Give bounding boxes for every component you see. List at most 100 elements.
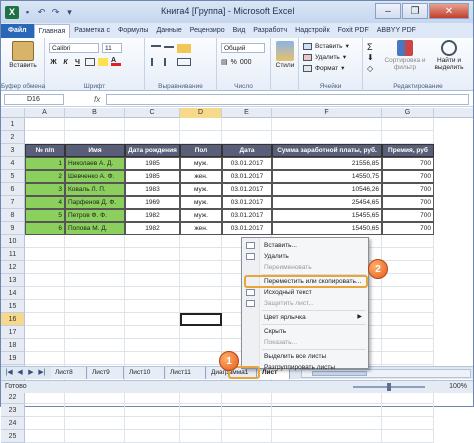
table-header-cell[interactable]: Премия, руб <box>382 144 434 157</box>
save-icon[interactable]: ▪ <box>22 7 33 17</box>
cell[interactable] <box>180 131 222 144</box>
bold-button[interactable]: Ж <box>49 59 58 66</box>
cell[interactable] <box>382 287 434 300</box>
table-cell[interactable]: муж. <box>180 157 222 170</box>
tab-view[interactable]: Вид <box>229 24 250 38</box>
cell[interactable] <box>125 131 180 144</box>
cell[interactable] <box>25 313 65 326</box>
table-cell[interactable]: 2 <box>25 170 65 183</box>
zoom-knob[interactable] <box>387 383 391 391</box>
table-cell[interactable]: Попова М. Д. <box>65 222 125 235</box>
cell[interactable] <box>382 417 434 430</box>
table-cell[interactable]: муж. <box>180 196 222 209</box>
cell[interactable] <box>25 339 65 352</box>
styles-button[interactable]: Стили <box>273 41 297 69</box>
table-header-cell[interactable]: Сумма заработной платы, руб. <box>272 144 382 157</box>
sheet-tab[interactable]: Лист11 <box>166 367 206 379</box>
table-header-cell[interactable]: Дата рождения <box>125 144 180 157</box>
table-cell[interactable]: 03.01.2017 <box>222 222 272 235</box>
table-cell[interactable]: 14550,75 <box>272 170 382 183</box>
row-header[interactable]: 3 <box>1 144 25 157</box>
cell[interactable] <box>180 417 222 430</box>
menu-item[interactable]: Показать... <box>242 337 368 348</box>
table-cell[interactable]: жен. <box>180 170 222 183</box>
column-header-f[interactable]: F <box>272 108 382 118</box>
minimize-button[interactable]: – <box>375 3 401 19</box>
zoom-level[interactable]: 100% <box>449 383 467 390</box>
fx-icon[interactable]: fx <box>94 95 100 104</box>
cell[interactable] <box>25 352 65 365</box>
table-cell[interactable]: муж. <box>180 183 222 196</box>
sheet-tab[interactable]: Лист10 <box>125 367 165 379</box>
cell[interactable] <box>65 417 125 430</box>
column-header-a[interactable]: A <box>25 108 65 118</box>
cell[interactable] <box>382 404 434 417</box>
cell[interactable] <box>125 404 180 417</box>
active-cell-d16[interactable] <box>180 313 222 326</box>
table-cell[interactable]: 5 <box>25 209 65 222</box>
menu-item[interactable]: Разгруппировать листы <box>242 362 368 373</box>
first-sheet-icon[interactable]: |◀ <box>4 368 14 378</box>
name-box[interactable]: D16 <box>4 93 64 105</box>
paste-button[interactable]: Вставить <box>7 41 39 69</box>
cell[interactable] <box>382 300 434 313</box>
cell[interactable] <box>65 248 125 261</box>
cell[interactable] <box>65 313 125 326</box>
cell[interactable] <box>382 131 434 144</box>
tab-file[interactable]: Файл <box>1 24 34 38</box>
menu-item[interactable]: Выделить все листы <box>242 351 368 362</box>
table-header-cell[interactable]: № п/п <box>25 144 65 157</box>
menu-item[interactable]: Скрыть <box>242 326 368 337</box>
row-header[interactable]: 1 <box>1 118 25 131</box>
tab-home[interactable]: Главная <box>33 24 71 38</box>
align-top-icon[interactable] <box>151 44 161 53</box>
cell[interactable] <box>65 300 125 313</box>
maximize-button[interactable]: ❐ <box>402 3 428 19</box>
last-sheet-icon[interactable]: ▶| <box>37 368 47 378</box>
cell[interactable] <box>125 417 180 430</box>
tab-foxit[interactable]: Foxit PDF <box>334 24 373 38</box>
customize-icon[interactable]: ▾ <box>64 7 75 18</box>
tab-review[interactable]: Рецензиро <box>186 24 229 38</box>
select-all-corner[interactable] <box>1 108 25 118</box>
cell[interactable] <box>272 118 382 131</box>
menu-item[interactable]: Исходный текст <box>242 287 368 298</box>
menu-item[interactable]: Переименовать <box>242 262 368 273</box>
next-sheet-icon[interactable]: ▶ <box>26 368 36 378</box>
cell[interactable] <box>382 248 434 261</box>
row-header[interactable]: 2 <box>1 131 25 144</box>
row-header[interactable]: 17 <box>1 326 25 339</box>
cell[interactable] <box>222 118 272 131</box>
table-cell[interactable]: 700 <box>382 209 434 222</box>
row-header[interactable]: 23 <box>1 404 25 417</box>
cell[interactable] <box>65 131 125 144</box>
column-header-e[interactable]: E <box>222 108 272 118</box>
excel-logo-icon[interactable]: X <box>5 5 19 19</box>
cell[interactable] <box>65 352 125 365</box>
sheet-tab[interactable]: Лист8 <box>51 367 87 379</box>
cell[interactable] <box>65 339 125 352</box>
cell[interactable] <box>125 235 180 248</box>
cell[interactable] <box>272 417 382 430</box>
cell[interactable] <box>25 131 65 144</box>
cell[interactable] <box>382 326 434 339</box>
cell[interactable] <box>382 118 434 131</box>
row-header[interactable]: 4 <box>1 157 25 170</box>
table-cell[interactable]: 21556,85 <box>272 157 382 170</box>
cell[interactable] <box>180 326 222 339</box>
table-cell[interactable]: Коваль Л. П. <box>65 183 125 196</box>
cell[interactable] <box>65 274 125 287</box>
insert-cells[interactable]: Вставить ▾ <box>303 42 349 50</box>
cell[interactable] <box>180 248 222 261</box>
table-cell[interactable]: 03.01.2017 <box>222 183 272 196</box>
cell[interactable] <box>180 118 222 131</box>
tab-formulas[interactable]: Формулы <box>114 24 152 38</box>
cell[interactable] <box>180 274 222 287</box>
font-name-combo[interactable]: Calibri <box>49 43 99 53</box>
tab-data[interactable]: Данные <box>152 24 185 38</box>
cell[interactable] <box>382 261 434 274</box>
cell[interactable] <box>65 235 125 248</box>
table-cell[interactable]: 700 <box>382 222 434 235</box>
comma-icon[interactable]: 000 <box>240 59 252 66</box>
table-cell[interactable]: 15450,65 <box>272 222 382 235</box>
